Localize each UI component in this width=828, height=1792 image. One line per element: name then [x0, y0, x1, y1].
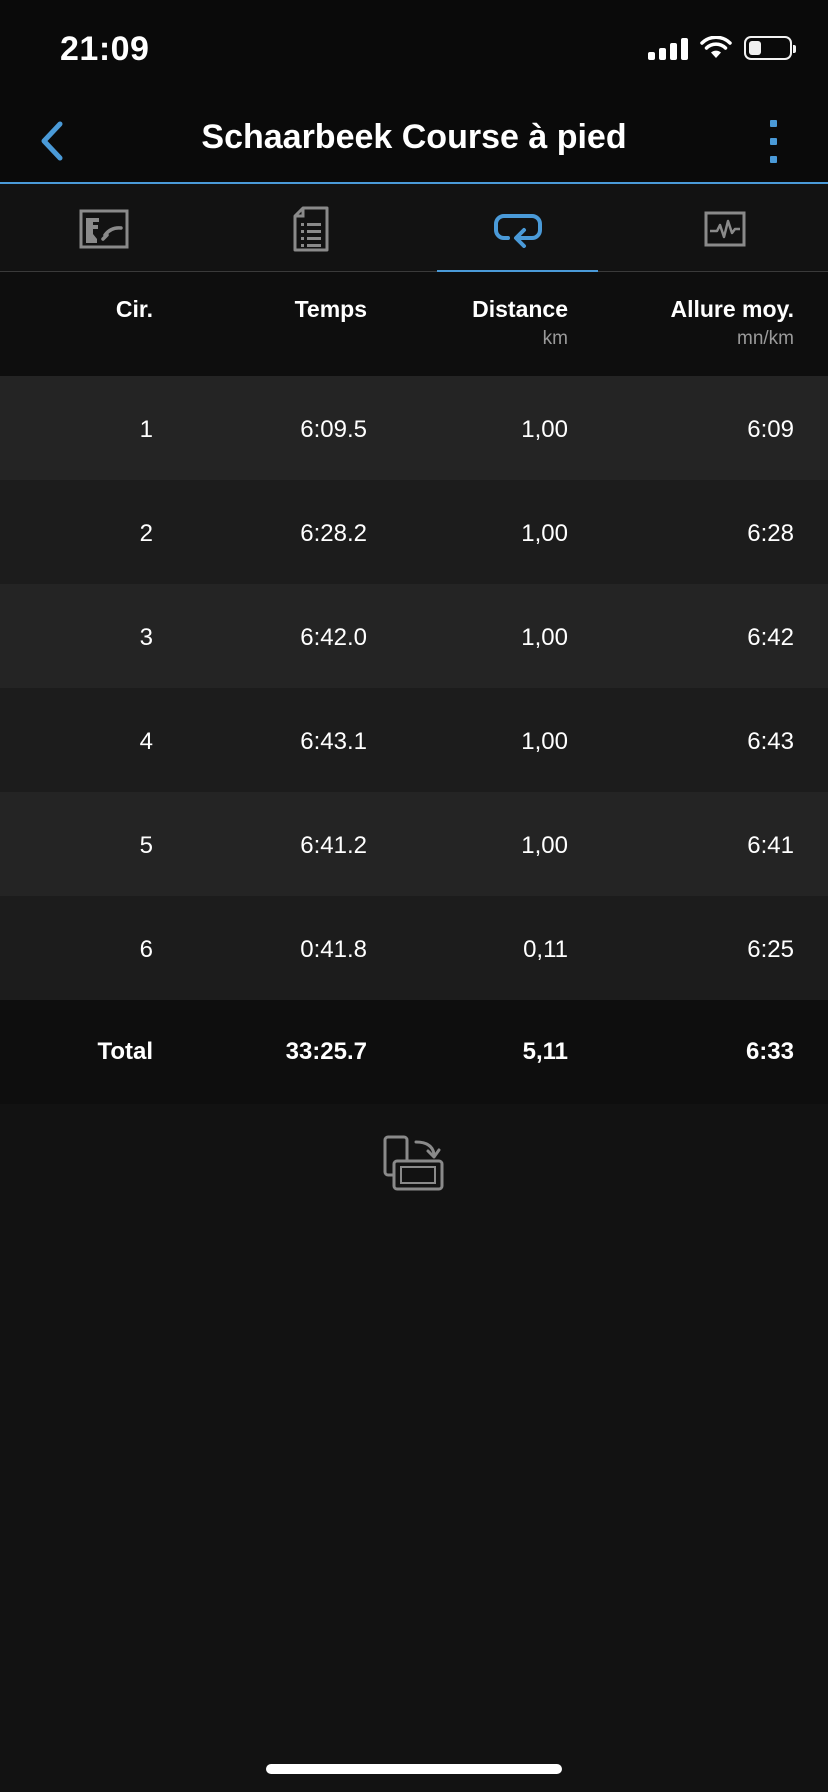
- lap-pace: 6:09: [747, 416, 794, 443]
- status-icons: [648, 36, 796, 60]
- total-time: 33:25.7: [285, 1038, 367, 1065]
- lap-distance: 1,00: [521, 416, 568, 443]
- rotate-device-button[interactable]: [382, 1134, 446, 1192]
- lap-time: 6:41.2: [300, 832, 367, 859]
- lap-pace: 6:42: [747, 624, 794, 651]
- lap-distance: 0,11: [523, 936, 568, 963]
- total-distance: 5,11: [522, 1038, 568, 1065]
- table-row[interactable]: 6 0:41.8 0,11 6:25: [0, 896, 828, 1000]
- laps-table: Cir. Temps Distance km Allure moy. mn/km…: [0, 272, 828, 1104]
- lap-number: 4: [139, 728, 153, 755]
- lap-pace: 6:41: [747, 832, 794, 859]
- more-options-button[interactable]: [760, 118, 790, 168]
- lap-distance: 1,00: [521, 624, 568, 651]
- heart-rate-chart-icon: [704, 211, 745, 247]
- header-avg-pace-unit: mn/km: [737, 328, 794, 349]
- rotate-device-icon: [383, 1135, 444, 1191]
- lap-distance: 1,00: [521, 832, 568, 859]
- header-distance-unit: km: [542, 328, 568, 349]
- battery-icon: [744, 36, 796, 60]
- page-title: Schaarbeek Course à pied: [201, 118, 627, 156]
- status-bar: 21:09: [0, 0, 828, 100]
- status-time: 21:09: [60, 30, 150, 68]
- home-indicator[interactable]: [266, 1764, 562, 1774]
- tab-laps[interactable]: [414, 186, 621, 273]
- table-header: Cir. Temps Distance km Allure moy. mn/km: [0, 272, 828, 376]
- lap-number: 5: [139, 832, 153, 859]
- table-row[interactable]: 2 6:28.2 1,00 6:28: [0, 480, 828, 584]
- table-row[interactable]: 5 6:41.2 1,00 6:41: [0, 792, 828, 896]
- lap-time: 6:09.5: [300, 416, 367, 443]
- lap-number: 6: [139, 936, 153, 963]
- activity-tab-bar: [0, 186, 828, 273]
- lap-pace: 6:25: [747, 936, 794, 963]
- loop-arrow-icon: [493, 214, 542, 248]
- lap-pace: 6:28: [747, 520, 794, 547]
- lap-number: 3: [139, 624, 153, 651]
- tab-graph[interactable]: [621, 186, 828, 272]
- more-vertical-icon: [770, 120, 777, 127]
- header-lap: Cir.: [115, 296, 153, 322]
- header-time: Temps: [294, 296, 367, 322]
- lap-time: 6:43.1: [300, 728, 367, 755]
- wifi-icon: [700, 36, 732, 58]
- lap-number: 2: [139, 520, 153, 547]
- lap-time: 6:42.0: [300, 624, 367, 651]
- total-pace: 6:33: [745, 1038, 794, 1065]
- lap-distance: 1,00: [521, 728, 568, 755]
- table-row[interactable]: 4 6:43.1 1,00 6:43: [0, 688, 828, 792]
- lap-distance: 1,00: [521, 520, 568, 547]
- total-label: Total: [97, 1038, 153, 1065]
- document-list-icon: [293, 206, 328, 252]
- tab-details[interactable]: [207, 186, 414, 272]
- cellular-signal-icon: [648, 36, 688, 60]
- tab-map-chart[interactable]: [0, 186, 207, 272]
- map-chart-icon: [79, 209, 128, 249]
- table-row[interactable]: 1 6:09.5 1,00 6:09: [0, 376, 828, 480]
- lap-number: 1: [139, 416, 153, 443]
- table-row[interactable]: 3 6:42.0 1,00 6:42: [0, 584, 828, 688]
- total-row: Total 33:25.7 5,11 6:33: [0, 1000, 828, 1104]
- lap-time: 0:41.8: [300, 936, 367, 963]
- header-avg-pace: Allure moy.: [670, 296, 794, 322]
- lap-time: 6:28.2: [300, 520, 367, 547]
- lap-pace: 6:43: [747, 728, 794, 755]
- header-distance: Distance: [472, 296, 568, 322]
- navigation-bar: Schaarbeek Course à pied: [0, 100, 828, 184]
